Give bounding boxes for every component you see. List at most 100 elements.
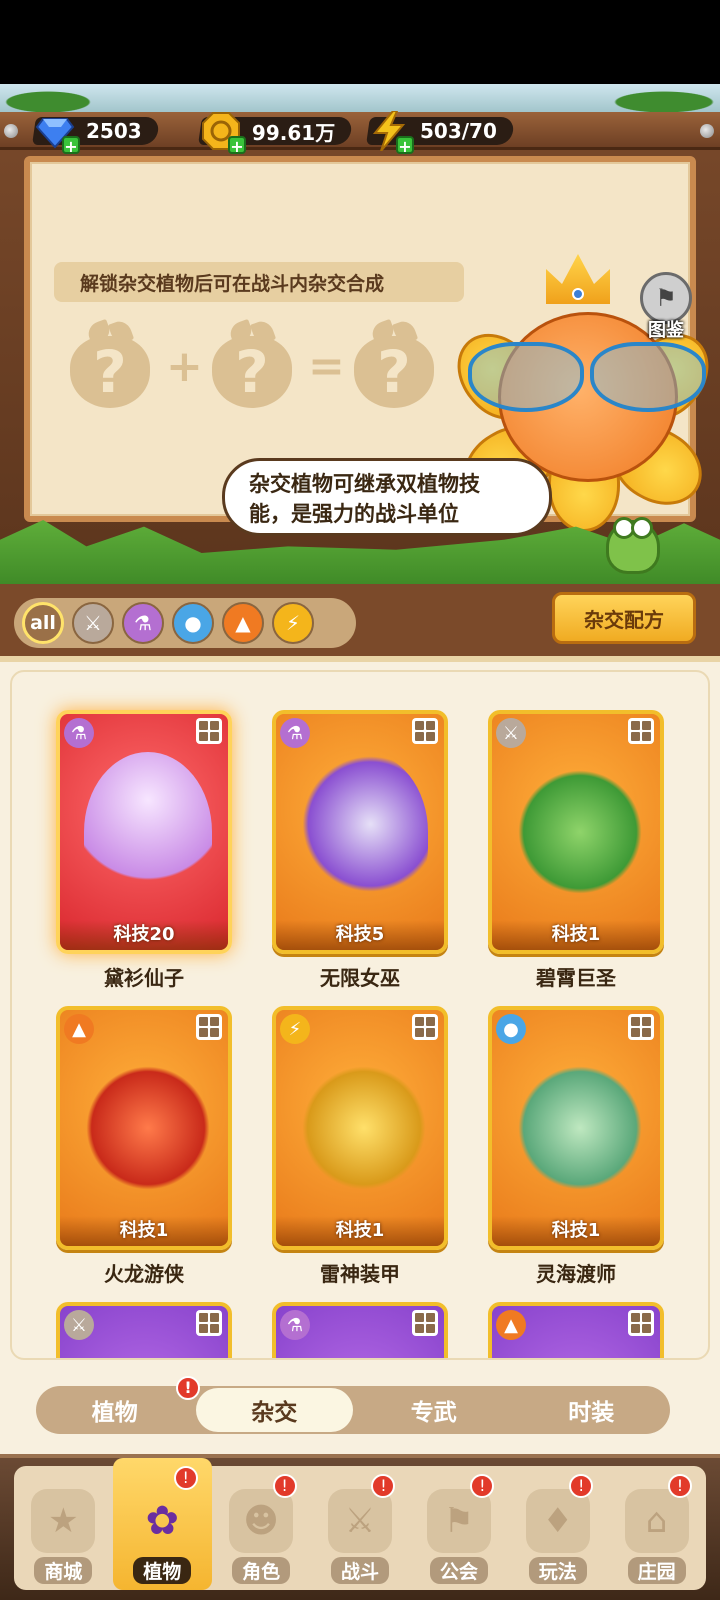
sunglasses	[468, 342, 706, 412]
speech-bubble: 杂交植物可继承双植物技 能，是强力的战斗单位	[222, 458, 552, 536]
notification-badge: !	[668, 1474, 693, 1498]
grid-icon	[196, 1310, 222, 1336]
character-icon: ☻	[229, 1489, 294, 1553]
nav-guild[interactable]: ! ⚑ 公会	[409, 1466, 508, 1590]
lightning-icon[interactable]: ⚡	[272, 602, 314, 644]
tech-level: 科技5	[276, 920, 444, 950]
notification-badge: !	[173, 1466, 198, 1490]
unlock-hint-banner: 解锁杂交植物后可在战斗内杂交合成	[54, 262, 464, 302]
plant-card[interactable]: ⚡ 科技1	[272, 1006, 448, 1250]
potion-icon: ⚗	[280, 1310, 310, 1340]
tech-level: 科技1	[60, 1216, 228, 1246]
plant-card[interactable]: ▲	[488, 1302, 664, 1358]
sky-strip	[0, 84, 720, 114]
frog-icon	[606, 517, 660, 574]
sword-icon[interactable]: ⚔	[72, 602, 114, 644]
tab-exclusive-weapon[interactable]: 专武	[355, 1386, 513, 1434]
tech-level: 科技1	[492, 920, 660, 950]
battle-icon: ⚔	[328, 1489, 392, 1553]
tab-costume[interactable]: 时装	[513, 1386, 671, 1434]
tab-hybrid[interactable]: 杂交	[195, 1388, 353, 1432]
energy-amount: 503/70	[420, 119, 497, 143]
fire-icon[interactable]: ▲	[222, 602, 264, 644]
grid-icon	[196, 718, 222, 744]
grid-icon	[412, 1014, 438, 1040]
diamond-amount: 2503	[86, 119, 142, 143]
status-bar	[0, 0, 720, 84]
bolt-icon	[4, 124, 18, 138]
unknown-plant-icon: ?	[62, 318, 158, 414]
plant-icon: ✿	[145, 1498, 180, 1544]
nav-plants[interactable]: ! ✿ 植物	[112, 1458, 212, 1590]
shop-icon: ★	[31, 1489, 96, 1553]
plant-card[interactable]: ⚗	[272, 1302, 448, 1358]
potion-icon: ⚗	[280, 718, 310, 748]
bolt-icon	[700, 124, 714, 138]
card-name: 火龙游侠	[104, 1262, 184, 1286]
potion-icon[interactable]: ⚗	[122, 602, 164, 644]
nav-shop[interactable]: ★ 商城	[14, 1466, 113, 1590]
plant-card[interactable]: ⚗ 科技20	[56, 710, 232, 954]
sword-icon: ⚔	[64, 1310, 94, 1340]
bottom-nav: ★ 商城 ! ✿ 植物 ! ☻ 角色 ! ⚔ 战斗 ! ⚑ 公会 ! ♦ 玩法 …	[14, 1458, 706, 1590]
card-name: 灵海渡师	[536, 1262, 616, 1286]
element-filter: all ⚔ ⚗ ● ▲ ⚡	[14, 598, 356, 648]
sub-tab-bar: 植物 ! 杂交 专武 时装	[36, 1376, 671, 1434]
grid-icon	[412, 1310, 438, 1336]
nav-battle[interactable]: ! ⚔ 战斗	[311, 1466, 410, 1590]
notification-badge: !	[272, 1474, 297, 1498]
water-drop-icon: ●	[496, 1014, 526, 1044]
add-gold-button[interactable]: +	[228, 136, 246, 156]
notification-badge: !	[371, 1474, 396, 1498]
plant-card[interactable]: ⚔	[56, 1302, 232, 1358]
tab-plants[interactable]: 植物 !	[36, 1376, 200, 1434]
unknown-plant-icon: ?	[346, 318, 442, 414]
card-name: 碧霄巨圣	[536, 966, 616, 990]
nav-gameplay[interactable]: ! ♦ 玩法	[508, 1466, 607, 1590]
plant-card[interactable]: ● 科技1	[488, 1006, 664, 1250]
gold-currency[interactable]: + 99.61万	[198, 112, 354, 156]
grid-icon	[196, 1014, 222, 1040]
hybrid-recipe-button[interactable]: 杂交配方	[552, 592, 696, 644]
grid-icon	[628, 1014, 654, 1040]
manor-icon: ⌂	[624, 1489, 689, 1553]
plus-sign: +	[166, 340, 203, 392]
energy-currency[interactable]: + 503/70	[366, 111, 515, 156]
plant-card[interactable]: ⚗ 科技5	[272, 710, 448, 954]
card-name: 黛衫仙子	[104, 966, 184, 990]
hybrid-formula: ? + ? = ?	[62, 318, 442, 414]
bubble-line-2: 能，是强力的战斗单位	[249, 502, 459, 526]
atlas-label: 图鉴	[648, 320, 684, 341]
plant-card[interactable]: ▲ 科技1	[56, 1006, 232, 1250]
atlas-button[interactable]: ⚑ 图鉴	[634, 272, 698, 344]
bubble-line-1: 杂交植物可继承双植物技	[249, 472, 480, 496]
gold-amount: 99.61万	[252, 120, 336, 145]
fire-icon: ▲	[64, 1014, 94, 1044]
grid-icon	[628, 1310, 654, 1336]
add-diamond-button[interactable]: +	[62, 136, 80, 156]
card-name: 雷神装甲	[320, 1262, 400, 1286]
notification-badge: !	[176, 1376, 200, 1400]
gameplay-icon: ♦	[525, 1489, 590, 1553]
filter-all[interactable]: all	[22, 602, 64, 644]
plant-card[interactable]: ⚔ 科技1	[488, 710, 664, 954]
tech-level: 科技1	[276, 1216, 444, 1246]
nav-character[interactable]: ! ☻ 角色	[212, 1466, 311, 1590]
notification-badge: !	[470, 1474, 495, 1498]
equals-sign: =	[308, 340, 345, 392]
grid-icon	[628, 718, 654, 744]
sword-icon: ⚔	[496, 718, 526, 748]
guild-icon: ⚑	[426, 1489, 491, 1553]
tech-level: 科技20	[60, 920, 228, 950]
potion-icon: ⚗	[64, 718, 94, 748]
card-name: 无限女巫	[320, 966, 400, 990]
water-drop-icon[interactable]: ●	[172, 602, 214, 644]
grid-icon	[412, 718, 438, 744]
lightning-icon: ⚡	[280, 1014, 310, 1044]
nav-manor[interactable]: ! ⌂ 庄园	[607, 1466, 706, 1590]
tech-level: 科技1	[492, 1216, 660, 1246]
fire-icon: ▲	[496, 1310, 526, 1340]
diamond-currency[interactable]: + 2503	[32, 116, 160, 156]
unknown-plant-icon: ?	[204, 318, 300, 414]
add-energy-button[interactable]: +	[396, 136, 414, 156]
